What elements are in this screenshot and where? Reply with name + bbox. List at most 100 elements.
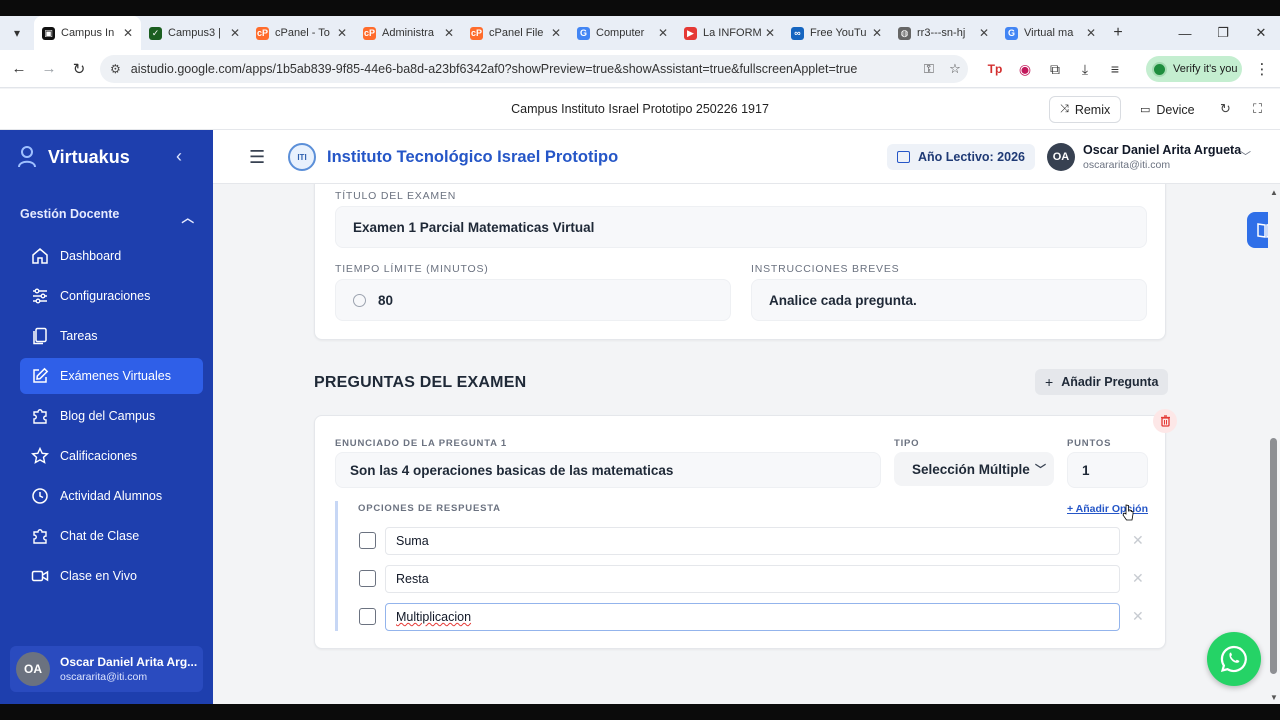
- verify-identity-button[interactable]: Verify it's you: [1146, 56, 1242, 82]
- add-option-link[interactable]: + Añadir Opción: [1067, 503, 1148, 515]
- forward-icon[interactable]: →: [34, 60, 64, 77]
- browser-tab[interactable]: G Computer ✕: [569, 16, 676, 50]
- browser-tab[interactable]: cP cPanel - To ✕: [248, 16, 355, 50]
- tab-close-icon[interactable]: ✕: [123, 26, 133, 40]
- sidebar-item-tareas[interactable]: Tareas: [20, 318, 203, 354]
- bookmark-star-icon[interactable]: ☆: [942, 61, 968, 77]
- reload-icon[interactable]: ↻: [64, 60, 94, 78]
- tab-label: Administra: [382, 27, 434, 39]
- remove-option-icon[interactable]: ✕: [1132, 532, 1144, 549]
- tab-close-icon[interactable]: ✕: [765, 26, 775, 40]
- window-controls: — ❐ ✕: [1166, 16, 1280, 50]
- browser-tab[interactable]: G Virtual ma ✕: [997, 16, 1104, 50]
- correct-answer-checkbox[interactable]: [359, 532, 376, 549]
- refresh-preview-icon[interactable]: ↻: [1220, 101, 1231, 117]
- scroll-up-icon[interactable]: ▲: [1270, 188, 1278, 197]
- page-scrollbar[interactable]: ▲ ▼: [1268, 184, 1280, 704]
- remix-button[interactable]: ⤨ Remix: [1049, 96, 1122, 123]
- sidebar-item-label: Calificaciones: [60, 449, 138, 463]
- scroll-down-icon[interactable]: ▼: [1270, 693, 1278, 702]
- password-key-icon[interactable]: ⚿: [916, 61, 942, 77]
- whatsapp-button[interactable]: [1207, 632, 1261, 686]
- clock-icon: [30, 486, 50, 506]
- extension-record-icon[interactable]: ◉: [1010, 61, 1040, 78]
- question-points-input[interactable]: 1: [1067, 452, 1148, 488]
- remove-option-icon[interactable]: ✕: [1132, 570, 1144, 587]
- delete-question-button[interactable]: [1153, 409, 1177, 433]
- answer-option-text: Suma: [396, 534, 429, 548]
- browser-tab[interactable]: ∞ Free YouTu ✕: [783, 16, 890, 50]
- sidebar-user-card[interactable]: OA Oscar Daniel Arita Arg... oscararita@…: [10, 646, 203, 692]
- tab-search-chevron-icon[interactable]: ▾: [0, 16, 34, 50]
- tab-close-icon[interactable]: ✕: [444, 26, 454, 40]
- extension-tp-icon[interactable]: Tp: [980, 62, 1010, 76]
- tab-close-icon[interactable]: ✕: [551, 26, 561, 40]
- device-button[interactable]: ▭ Device: [1130, 96, 1205, 123]
- url-field[interactable]: ⚙ aistudio.google.com/apps/1b5ab839-9f85…: [100, 55, 968, 83]
- correct-answer-checkbox[interactable]: [359, 570, 376, 587]
- extensions-puzzle-icon[interactable]: ⧉: [1040, 61, 1070, 78]
- instructions-input[interactable]: Analice cada pregunta.: [751, 279, 1147, 321]
- browser-tab[interactable]: ▶ La INFORM ✕: [676, 16, 783, 50]
- chevron-down-icon[interactable]: ﹀: [1240, 148, 1251, 164]
- sidebar-item-chat-de-clase[interactable]: Chat de Clase: [20, 518, 203, 554]
- browser-tab[interactable]: ✓ Campus3 | ✕: [141, 16, 248, 50]
- browser-tab[interactable]: cP cPanel File ✕: [462, 16, 569, 50]
- add-question-button[interactable]: + Añadir Pregunta: [1035, 369, 1169, 395]
- close-window-icon[interactable]: ✕: [1242, 16, 1280, 50]
- tab-close-icon[interactable]: ✕: [872, 26, 882, 40]
- question-type-select[interactable]: Selección Múltiple ﹀: [894, 452, 1054, 486]
- time-limit-label: Tiempo Límite (Minutos): [335, 263, 489, 275]
- correct-answer-checkbox[interactable]: [359, 608, 376, 625]
- browser-tab[interactable]: cP Administra ✕: [355, 16, 462, 50]
- restore-icon[interactable]: ❐: [1204, 16, 1242, 50]
- school-year-label: Año Lectivo: 2026: [918, 150, 1025, 164]
- collapse-sidebar-icon[interactable]: ‹: [176, 146, 182, 167]
- tab-close-icon[interactable]: ✕: [1086, 26, 1096, 40]
- menu-icon[interactable]: ☰: [249, 147, 265, 168]
- section-header-gestion-docente[interactable]: Gestión Docente ︿: [20, 207, 194, 226]
- institution-name: Instituto Tecnológico Israel Prototipo: [327, 148, 619, 166]
- sidebar-item-label: Actividad Alumnos: [60, 489, 163, 503]
- sidebar-item-examenes-virtuales[interactable]: Exámenes Virtuales: [20, 358, 203, 394]
- fullscreen-icon[interactable]: ⛶: [1253, 101, 1262, 117]
- question-statement-input[interactable]: Son las 4 operaciones basicas de las mat…: [335, 452, 881, 488]
- answer-option-input[interactable]: Multiplicacion: [385, 603, 1120, 631]
- answer-option-text: Multiplicacion: [396, 610, 472, 624]
- browser-tab[interactable]: ▣ Campus In ✕: [34, 16, 141, 50]
- download-icon[interactable]: ⤓: [1070, 61, 1100, 78]
- screen-bottom-border: [0, 704, 1280, 720]
- back-icon[interactable]: ←: [4, 60, 34, 77]
- answer-option-input[interactable]: Resta: [385, 565, 1120, 593]
- browser-tab[interactable]: ◍ rr3---sn-hj ✕: [890, 16, 997, 50]
- exam-title-input[interactable]: Examen 1 Parcial Matematicas Virtual: [335, 206, 1147, 248]
- document-icon: [30, 326, 50, 346]
- institution-logo-icon: ITI: [288, 143, 316, 171]
- answer-option-input[interactable]: Suma: [385, 527, 1120, 555]
- tab-close-icon[interactable]: ✕: [337, 26, 347, 40]
- new-tab-button[interactable]: +: [1104, 24, 1132, 42]
- remove-option-icon[interactable]: ✕: [1132, 608, 1144, 625]
- scrollbar-thumb[interactable]: [1270, 438, 1277, 674]
- user-name: Oscar Daniel Arita Arg...: [60, 655, 198, 669]
- sidebar-brand: Virtuakus: [18, 146, 130, 168]
- sidebar-item-blog-del-campus[interactable]: Blog del Campus: [20, 398, 203, 434]
- brand-name: Virtuakus: [48, 146, 130, 167]
- site-info-icon[interactable]: ⚙: [110, 62, 121, 76]
- sidebar-nav: Dashboard Configuraciones Tareas Exámenes V…: [20, 238, 203, 598]
- minimize-icon[interactable]: —: [1166, 16, 1204, 50]
- sidebar-item-dashboard[interactable]: Dashboard: [20, 238, 203, 274]
- sidebar-item-calificaciones[interactable]: Calificaciones: [20, 438, 203, 474]
- header-user-name[interactable]: Oscar Daniel Arita Argueta: [1083, 143, 1241, 157]
- tab-close-icon[interactable]: ✕: [658, 26, 668, 40]
- browser-menu-icon[interactable]: ⋮: [1250, 50, 1274, 88]
- browser-tab-bar: ▾ ▣ Campus In ✕ ✓ Campus3 | ✕ cP cPanel - To ✕ cP…: [0, 16, 1280, 50]
- header-avatar[interactable]: OA: [1047, 143, 1075, 171]
- tab-close-icon[interactable]: ✕: [979, 26, 989, 40]
- sidebar-item-configuraciones[interactable]: Configuraciones: [20, 278, 203, 314]
- sidebar-item-clase-en-vivo[interactable]: Clase en Vivo: [20, 558, 203, 594]
- tab-close-icon[interactable]: ✕: [230, 26, 240, 40]
- media-control-icon[interactable]: ≡: [1100, 61, 1130, 77]
- sidebar-item-actividad-alumnos[interactable]: Actividad Alumnos: [20, 478, 203, 514]
- time-limit-input[interactable]: 80: [335, 279, 731, 321]
